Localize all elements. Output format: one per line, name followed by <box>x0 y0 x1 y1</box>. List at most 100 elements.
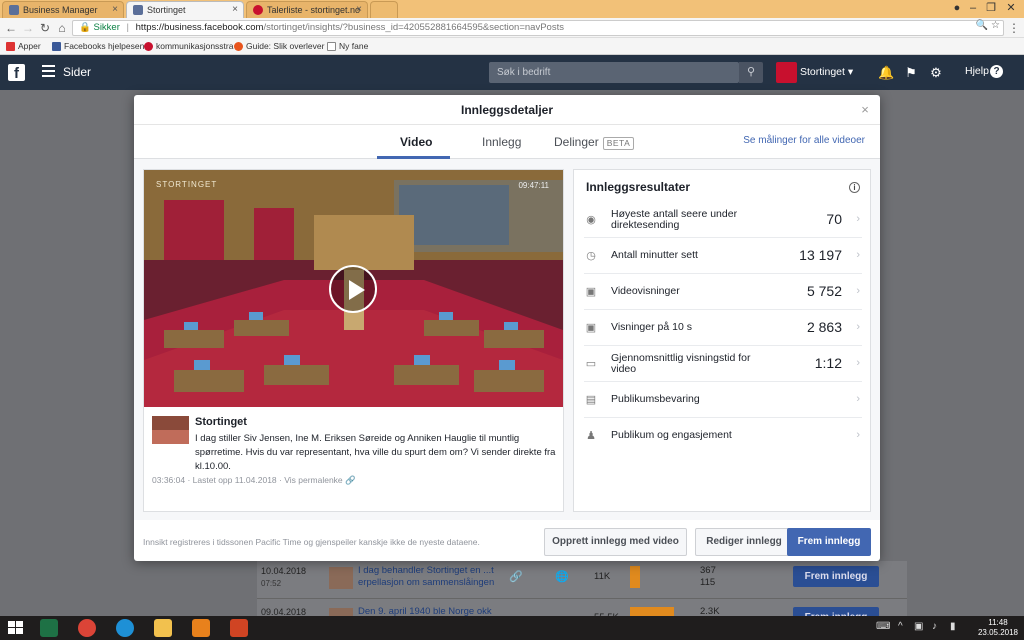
gear-icon[interactable]: ⚙ <box>928 65 944 81</box>
post-text-link[interactable]: I dag behandler Stortinget en ...t erpel… <box>358 565 498 589</box>
modal-tabs: Video Innlegg Delinger BETA Se målinger f… <box>134 125 880 159</box>
browser-toolbar: ← → ↻ ⌂ 🔒 Sikker | https://business.face… <box>0 18 1024 38</box>
close-window-icon[interactable]: ✕ <box>998 0 1024 18</box>
keyboard-icon[interactable]: ⌨ <box>876 621 890 632</box>
metric-row-audience-engagement[interactable]: ♟ Publikum og engasjement › <box>584 418 862 454</box>
post-date: 10.04.2018 07:52 <box>261 566 307 588</box>
forward-arrow-icon[interactable]: → <box>20 20 36 36</box>
page-switcher[interactable]: Stortinget ▾ <box>776 62 853 83</box>
tab-delinger[interactable]: Delinger BETA <box>554 135 635 150</box>
close-tab-icon[interactable]: × <box>356 4 362 15</box>
metric-row-audience-retention[interactable]: ▤ Publikumsbevaring › <box>584 382 862 418</box>
stortinget-favicon-icon <box>253 5 263 15</box>
chevron-right-icon: › <box>856 393 860 405</box>
close-icon[interactable]: × <box>858 103 872 117</box>
help-label[interactable]: Hjelp <box>965 65 989 77</box>
tab-business-manager[interactable]: Business Manager × <box>2 1 124 18</box>
metric-value: 1:12 <box>814 355 842 371</box>
bookmark-apps[interactable]: Apper <box>6 41 41 51</box>
system-clock[interactable]: 11:48 23.05.2018 <box>978 618 1018 638</box>
metric-value: 5 752 <box>806 283 842 299</box>
bookmark-facebook-help[interactable]: Facebooks hjelpesen <box>52 41 144 51</box>
network-icon[interactable]: ▣ <box>914 621 923 632</box>
back-arrow-icon[interactable]: ← <box>3 20 19 36</box>
bookmark-star-icon[interactable]: ☆ <box>991 20 1000 31</box>
play-button-icon[interactable] <box>329 265 377 313</box>
address-bar[interactable]: 🔒 Sikker | https://business.facebook.com… <box>72 20 1004 36</box>
bookmark-new-tab[interactable]: Ny fane <box>327 41 368 51</box>
chevron-right-icon: › <box>856 213 860 225</box>
see-all-video-metrics-link[interactable]: Se målinger for alle videoer <box>743 135 865 146</box>
edit-post-button[interactable]: Rediger innlegg <box>695 528 793 556</box>
chevron-right-icon: › <box>856 429 860 441</box>
metric-value: 13 197 <box>799 247 842 263</box>
flag-icon[interactable]: ⚑ <box>903 65 919 81</box>
volume-icon[interactable]: ♪ <box>932 621 937 632</box>
metric-row-video-views[interactable]: ▣ Videovisninger 5 752 › <box>584 274 862 310</box>
page-avatar <box>776 62 797 83</box>
facebook-icon <box>52 42 61 51</box>
metric-row-10s-views[interactable]: ▣ Visninger på 10 s 2 863 › <box>584 310 862 346</box>
windows-start-icon[interactable] <box>8 621 23 635</box>
search-icon[interactable]: ⚲ <box>739 62 763 83</box>
tab-innlegg[interactable]: Innlegg <box>482 135 521 149</box>
boost-post-button[interactable]: Frem innlegg <box>793 566 879 587</box>
create-post-with-video-button[interactable]: Opprett innlegg med video <box>544 528 687 556</box>
video-camera-icon: ▣ <box>585 286 597 298</box>
language-icon[interactable]: ▮ <box>950 621 956 632</box>
close-tab-icon[interactable]: × <box>232 4 238 15</box>
page-name: Stortinget <box>800 66 845 78</box>
timezone-note: Innsikt registreres i tidssonen Pacific … <box>143 537 480 547</box>
home-icon[interactable]: ⌂ <box>54 20 70 36</box>
tab-talerliste[interactable]: Talerliste - stortinget.no × <box>246 1 368 18</box>
lock-icon: 🔒 <box>79 22 91 33</box>
tab-title: Stortinget <box>147 5 186 15</box>
metric-label: Gjennomsnittlig visningstid for video <box>611 352 751 375</box>
tab-title: Talerliste - stortinget.no <box>267 5 361 15</box>
chevron-up-icon[interactable]: ^ <box>898 621 903 632</box>
file-explorer-icon[interactable] <box>146 618 182 638</box>
eye-icon: ◉ <box>586 214 596 226</box>
metric-label: Visninger på 10 s <box>611 321 692 333</box>
pages-menu-label[interactable]: Sider <box>63 65 91 79</box>
video-frame-icon: ▭ <box>585 358 597 370</box>
metric-label: Publikumsbevaring <box>611 393 700 405</box>
video-player[interactable]: STORTINGET 09:47:11 <box>144 170 563 407</box>
hamburger-menu-icon[interactable] <box>42 65 55 77</box>
table-row[interactable]: 10.04.2018 07:52 I dag behandler Storting… <box>257 561 907 599</box>
new-tab-button[interactable] <box>370 1 398 18</box>
film-icon: ▤ <box>585 394 597 406</box>
metric-row-peak-live-viewers[interactable]: ◉ Høyeste antall seere under direktesend… <box>584 202 862 238</box>
close-tab-icon[interactable]: × <box>112 4 118 15</box>
metric-row-avg-watch-time[interactable]: ▭ Gjennomsnittlig visningstid for video … <box>584 346 862 382</box>
zoom-icon[interactable]: 🔍 <box>976 20 988 31</box>
post-author-name[interactable]: Stortinget <box>195 416 247 428</box>
chrome-app-icon[interactable] <box>70 618 106 638</box>
excel-app-icon[interactable] <box>32 618 68 638</box>
help-icon[interactable]: ? <box>990 65 1003 78</box>
metric-label: Publikum og engasjement <box>611 429 732 441</box>
facebook-logo-icon[interactable]: f <box>8 64 25 82</box>
bookmark-kommunikasjon[interactable]: kommunikasjonsstra <box>144 41 233 51</box>
metric-row-minutes-viewed[interactable]: ◷ Antall minutter sett 13 197 › <box>584 238 862 274</box>
bookmark-guide[interactable]: Guide: Slik overlever <box>234 41 324 51</box>
url-separator: | <box>126 22 129 33</box>
powerpoint-app-icon[interactable] <box>222 618 258 638</box>
internet-explorer-icon[interactable] <box>108 618 144 638</box>
permalink-link[interactable]: Vis permalenke <box>284 475 342 485</box>
notifications-bell-icon[interactable]: 🔔 <box>878 65 894 81</box>
browser-tab-bar: Business Manager × Stortinget × Talerlis… <box>0 0 1024 18</box>
tab-stortinget[interactable]: Stortinget × <box>126 1 244 18</box>
info-icon[interactable]: i <box>849 182 860 193</box>
outlook-app-icon[interactable] <box>184 618 220 638</box>
facebook-page-favicon-icon <box>133 5 143 15</box>
tab-video[interactable]: Video <box>400 135 432 149</box>
reload-icon[interactable]: ↻ <box>37 20 53 36</box>
business-search-input[interactable]: Søk i bedrift <box>489 62 739 83</box>
background-posts-table: 10.04.2018 07:52 I dag behandler Storting… <box>257 561 907 640</box>
post-reach: 11K <box>594 571 611 582</box>
business-manager-favicon-icon <box>9 5 19 15</box>
security-label: Sikker <box>93 22 120 33</box>
boost-post-button[interactable]: Frem innlegg <box>787 528 871 556</box>
chrome-menu-icon[interactable]: ⋮ <box>1006 20 1022 36</box>
